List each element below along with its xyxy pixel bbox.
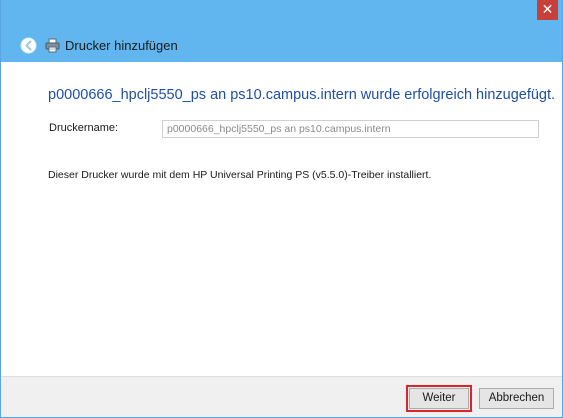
back-arrow-icon — [20, 37, 37, 54]
title-bar: ✕ Drucker hinzufügen — [1, 0, 562, 62]
printer-name-label: Druckername: — [49, 122, 119, 134]
close-icon: ✕ — [541, 1, 554, 17]
footer-bar: Weiter Abbrechen — [1, 376, 562, 417]
content-area: p0000666_hpclj5550_ps an ps10.campus.int… — [1, 62, 562, 376]
success-headline: p0000666_hpclj5550_ps an ps10.campus.int… — [48, 87, 556, 103]
back-button[interactable] — [20, 37, 37, 54]
driver-info-text: Dieser Drucker wurde mit dem HP Universa… — [48, 169, 432, 181]
printer-icon — [45, 38, 60, 53]
add-printer-window: ✕ Drucker hinzufügen p0000666_hpclj5550_… — [0, 0, 563, 418]
cancel-button[interactable]: Abbrechen — [479, 388, 554, 409]
printer-name-field[interactable] — [162, 120, 539, 138]
window-title: Drucker hinzufügen — [65, 38, 178, 53]
close-button[interactable]: ✕ — [537, 0, 558, 20]
next-button[interactable]: Weiter — [409, 388, 469, 409]
